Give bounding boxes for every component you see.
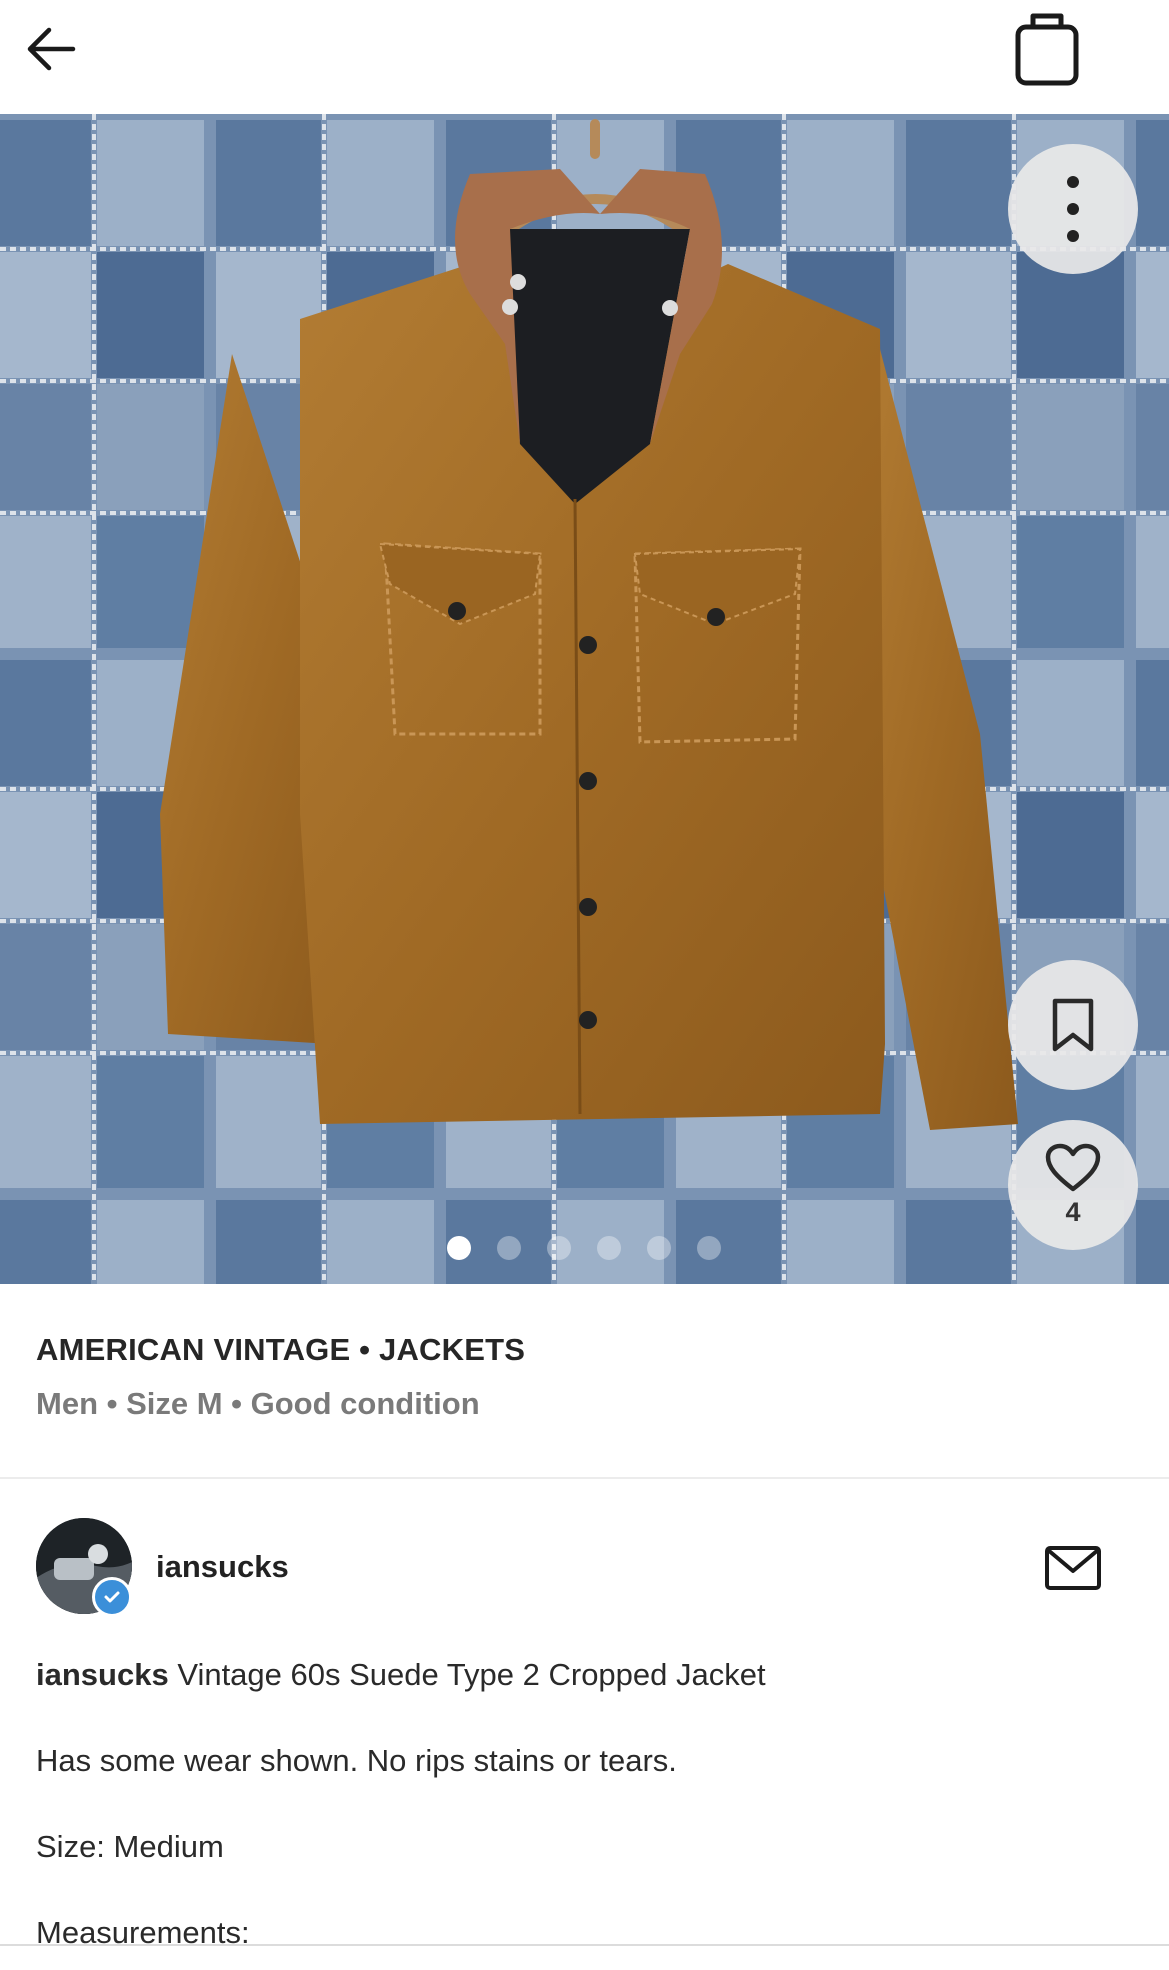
back-button[interactable] <box>14 12 88 86</box>
save-button[interactable] <box>1008 960 1138 1090</box>
listing-page: 4 AMERICAN VINTAGE • JACKETS Men • Size … <box>0 0 1169 1970</box>
brand-category-link[interactable]: AMERICAN VINTAGE • JACKETS <box>36 1332 525 1368</box>
listing-info: AMERICAN VINTAGE • JACKETS Men • Size M … <box>36 1332 525 1422</box>
divider <box>0 1477 1169 1479</box>
bag-button[interactable] <box>1007 6 1087 90</box>
carousel-dot[interactable] <box>697 1236 721 1260</box>
product-photo-carousel[interactable]: 4 <box>0 114 1169 1284</box>
more-options-button[interactable] <box>1008 144 1138 274</box>
carousel-dot[interactable] <box>497 1236 521 1260</box>
message-button[interactable] <box>1040 1540 1106 1596</box>
description-line: Has some wear shown. No rips stains or t… <box>36 1743 677 1778</box>
like-count: 4 <box>1065 1196 1081 1227</box>
like-button[interactable]: 4 <box>1008 1120 1138 1250</box>
description-title: Vintage 60s Suede Type 2 Cropped Jacket <box>177 1657 766 1692</box>
seller-username[interactable]: iansucks <box>156 1549 289 1585</box>
carousel-dot[interactable] <box>597 1236 621 1260</box>
carousel-dot[interactable] <box>547 1236 571 1260</box>
arrow-left-icon <box>27 27 76 71</box>
product-photo <box>0 114 1169 1284</box>
carousel-dot[interactable] <box>447 1236 471 1260</box>
divider <box>0 1944 1169 1946</box>
top-bar <box>0 0 1169 114</box>
heart-icon <box>1045 1143 1101 1191</box>
description-author[interactable]: iansucks <box>36 1657 169 1692</box>
shopping-bag-icon <box>1015 13 1079 86</box>
bookmark-icon <box>1052 998 1094 1052</box>
verified-badge-icon <box>92 1577 132 1617</box>
listing-meta: Men • Size M • Good condition <box>36 1386 480 1421</box>
description-title-line: iansucks Vintage 60s Suede Type 2 Croppe… <box>36 1657 1136 1693</box>
more-vertical-icon <box>1067 176 1079 242</box>
description-line: Size: Medium <box>36 1829 224 1864</box>
carousel-dot[interactable] <box>647 1236 671 1260</box>
mail-icon <box>1045 1546 1101 1590</box>
carousel-dots <box>447 1236 721 1260</box>
